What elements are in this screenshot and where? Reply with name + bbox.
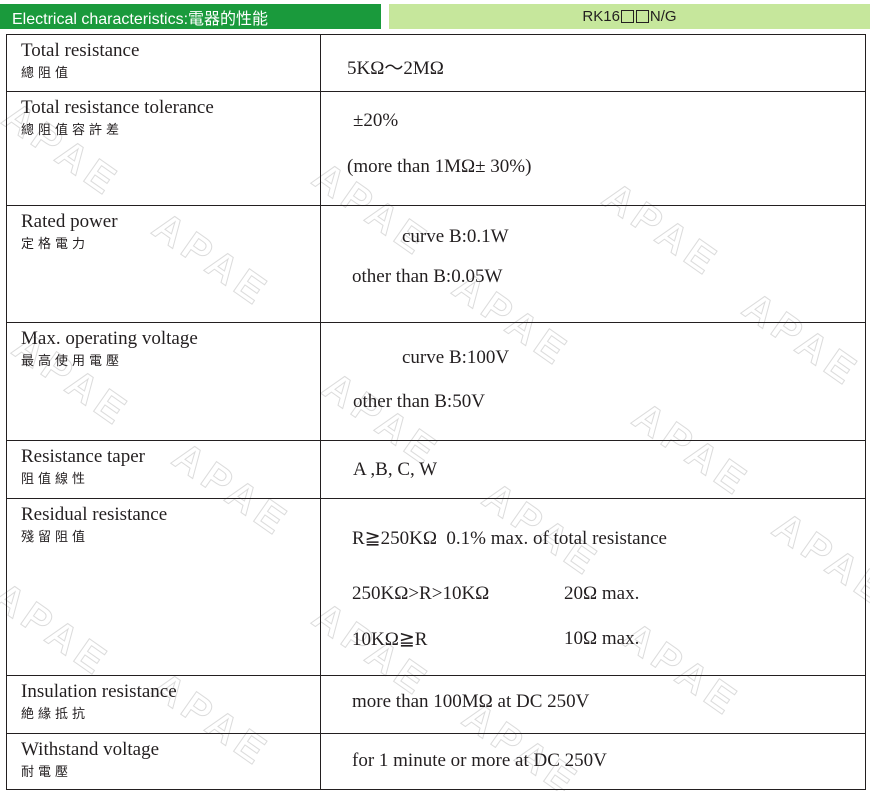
table-row: Total resistance tolerance 總阻值容許差 ±20% (…: [6, 91, 866, 206]
row-value-cell: for 1 minute or more at DC 250V: [320, 733, 866, 790]
label-english: Resistance taper: [21, 446, 145, 467]
row-label-cell: Resistance taper 阻值線性: [6, 440, 321, 499]
row-label-cell: Rated power 定格電力: [6, 205, 321, 323]
label-english: Max. operating voltage: [21, 328, 198, 349]
table-row: Residual resistance 殘留阻值 R≧250KΩ 0.1% ma…: [6, 498, 866, 676]
value-text: other than B:0.05W: [352, 266, 503, 287]
value-text: 5KΩ～2MΩ: [347, 58, 444, 79]
label-chinese: 阻值線性: [21, 472, 90, 487]
value-text: 250KΩ>R>10KΩ: [352, 583, 490, 604]
placeholder-box-icon: [635, 10, 649, 23]
row-value-cell: A ,B, C, W: [320, 440, 866, 499]
label-english: Insulation resistance: [21, 681, 177, 702]
model-prefix: RK16: [582, 8, 620, 25]
label-chinese: 絶緣抵抗: [21, 707, 90, 722]
row-label-cell: Residual resistance 殘留阻值: [6, 498, 321, 676]
row-value-cell: curve B:100V other than B:50V: [320, 322, 866, 441]
table-row: Insulation resistance 絶緣抵抗 more than 100…: [6, 675, 866, 734]
model-title-bar: RK16 N/G: [389, 4, 870, 29]
row-label-cell: Total resistance 總阻值: [6, 34, 321, 92]
table-row: Total resistance 總阻值 5KΩ～2MΩ: [6, 34, 866, 92]
label-chinese: 定格電力: [21, 237, 90, 252]
value-text: 10Ω max.: [564, 628, 640, 649]
row-value-cell: R≧250KΩ 0.1% max. of total resistance 25…: [320, 498, 866, 676]
label-english: Total resistance: [21, 40, 140, 61]
table-row: Withstand voltage 耐電壓 for 1 minute or mo…: [6, 733, 866, 790]
value-text: (more than 1MΩ± 30%): [347, 156, 532, 177]
label-chinese: 殘留阻值: [21, 530, 90, 545]
label-english: Total resistance tolerance: [21, 97, 214, 118]
value-text: 10KΩ≧R: [352, 629, 428, 650]
label-chinese: 總阻值: [21, 66, 73, 81]
row-label-cell: Withstand voltage 耐電壓: [6, 733, 321, 790]
row-label-cell: Insulation resistance 絶緣抵抗: [6, 675, 321, 734]
section-title-bar: Electrical characteristics:電器的性能: [0, 4, 381, 29]
value-text: R≧250KΩ 0.1% max. of total resistance: [352, 528, 667, 549]
spec-table: Total resistance 總阻值 5KΩ～2MΩ Total resis…: [6, 34, 866, 790]
label-chinese: 最高使用電壓: [21, 354, 124, 369]
row-label-cell: Total resistance tolerance 總阻值容許差: [6, 91, 321, 206]
value-text: other than B:50V: [353, 391, 485, 412]
value-text: A ,B, C, W: [353, 459, 438, 480]
row-label-cell: Max. operating voltage 最高使用電壓: [6, 322, 321, 441]
value-text: for 1 minute or more at DC 250V: [352, 750, 607, 771]
value-text: 20Ω max.: [564, 583, 640, 604]
model-suffix: N/G: [649, 8, 677, 25]
label-english: Rated power: [21, 211, 118, 232]
label-english: Residual resistance: [21, 504, 168, 525]
value-text: ±20%: [353, 110, 399, 131]
table-row: Resistance taper 阻值線性 A ,B, C, W: [6, 440, 866, 499]
label-chinese: 耐電壓: [21, 765, 73, 780]
value-text: curve B:0.1W: [402, 226, 509, 247]
section-title: Electrical characteristics:電器的性能: [12, 10, 269, 28]
table-row: Max. operating voltage 最高使用電壓 curve B:10…: [6, 322, 866, 441]
value-text: more than 100MΩ at DC 250V: [352, 691, 590, 712]
value-text: curve B:100V: [402, 347, 510, 368]
row-value-cell: ±20% (more than 1MΩ± 30%): [320, 91, 866, 206]
table-row: Rated power 定格電力 curve B:0.1W other than…: [6, 205, 866, 323]
label-english: Withstand voltage: [21, 739, 160, 760]
placeholder-box-icon: [620, 10, 634, 23]
label-chinese: 總阻值容許差: [21, 123, 124, 138]
row-value-cell: 5KΩ～2MΩ: [320, 34, 866, 92]
row-value-cell: curve B:0.1W other than B:0.05W: [320, 205, 866, 323]
row-value-cell: more than 100MΩ at DC 250V: [320, 675, 866, 734]
